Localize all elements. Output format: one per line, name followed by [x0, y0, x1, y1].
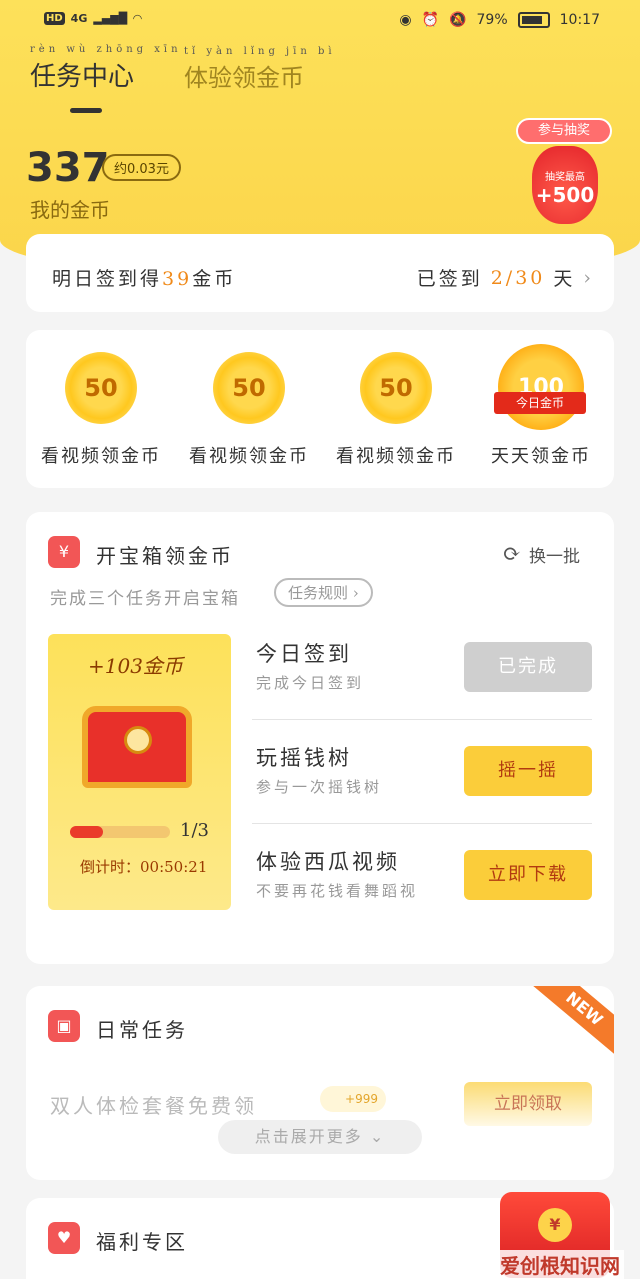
- coin-icon: 50: [213, 352, 285, 424]
- rules-label: 任务规则: [288, 584, 349, 602]
- battery-icon: [517, 12, 550, 28]
- signin-status-prefix: 已签到: [416, 268, 483, 290]
- chevron-right-icon: ›: [583, 266, 594, 289]
- watch-item-label: 看视频领金币: [336, 446, 456, 467]
- refresh-button[interactable]: ⟳ 换一批: [503, 542, 580, 567]
- tab-bar: rèn wù zhōng xīn 任务中心 tǐ yàn lǐng jīn bì…: [30, 44, 332, 93]
- task-name: 体验西瓜视频: [256, 850, 400, 874]
- watch-video-item[interactable]: 50 看视频领金币: [174, 352, 324, 468]
- tab-label: 任务中心: [30, 62, 135, 92]
- daily-coins-item[interactable]: 100 今日金币 天天领金币: [466, 344, 616, 468]
- tab-pinyin: tǐ yàn lǐng jīn bì: [184, 46, 336, 57]
- mute-icon: 🔕: [449, 12, 467, 28]
- lottery-button[interactable]: 参与抽奖: [516, 118, 612, 144]
- download-button[interactable]: 立即下载: [464, 850, 592, 900]
- signin-prefix: 明日签到得: [52, 268, 163, 290]
- signin-coins: 39: [162, 268, 193, 290]
- daily-task-name: 双人体检套餐免费领: [50, 1094, 257, 1118]
- signin-status-suffix: 天: [553, 268, 576, 290]
- lottery-widget[interactable]: 参与抽奖 抽奖最高 +500: [516, 118, 612, 226]
- task-desc: 参与一次摇钱树: [256, 778, 383, 796]
- status-bar: HD 4G ▂▄▆█ ◠ ◉ ⏰ 🔕 79% 10:17: [0, 0, 640, 44]
- signal-label: 4G: [70, 12, 88, 25]
- alarm-icon: ⏰: [421, 12, 440, 28]
- task-desc: 完成今日签到: [256, 674, 365, 692]
- coin-balance: 337: [26, 145, 110, 191]
- tab-task-center[interactable]: rèn wù zhōng xīn 任务中心: [30, 44, 178, 93]
- yuan-icon: ¥: [48, 536, 80, 568]
- collect-button[interactable]: 立即领取: [464, 1082, 592, 1126]
- task-done-button[interactable]: 已完成: [464, 642, 592, 692]
- chest-progress-bar: [70, 826, 170, 838]
- signal-icon: ▂▄▆█: [93, 12, 128, 25]
- watch-video-card: 50 看视频领金币 50 看视频领金币 50 看视频领金币 100 今日金币 天…: [26, 330, 614, 488]
- signin-days: 2/30: [490, 266, 546, 289]
- new-badge: NEW: [528, 986, 614, 1060]
- chest-progress-text: 1/3: [180, 820, 209, 841]
- chest-title: 开宝箱领金币: [96, 544, 234, 568]
- task-row: 今日签到 完成今日签到 已完成: [252, 616, 592, 720]
- countdown: 倒计时：00:50:21: [80, 858, 208, 876]
- watch-item-label: 看视频领金币: [189, 446, 309, 467]
- chest-subtitle: 完成三个任务开启宝箱: [50, 589, 240, 609]
- expand-label: 点击展开更多: [254, 1127, 363, 1146]
- red-bag-icon[interactable]: 抽奖最高 +500: [532, 146, 598, 224]
- watch-video-item[interactable]: 50 看视频领金币: [321, 352, 471, 468]
- battery-percent: 79%: [476, 12, 508, 28]
- task-name: 玩摇钱树: [256, 746, 352, 770]
- watch-video-item[interactable]: 50 看视频领金币: [26, 352, 176, 468]
- yuan-coin-icon: ¥: [538, 1208, 572, 1242]
- lottery-caption: 抽奖最高: [545, 172, 585, 183]
- task-desc: 不要再花钱看舞蹈视: [256, 882, 419, 900]
- chest-panel[interactable]: +103金币 1/3 倒计时：00:50:21: [48, 634, 231, 910]
- rules-button[interactable]: 任务规则 ›: [274, 578, 373, 607]
- tab-experience-coins[interactable]: tǐ yàn lǐng jīn bì 体验领金币: [184, 46, 332, 93]
- my-coins-label[interactable]: 我的金币: [30, 194, 110, 223]
- signin-card[interactable]: 明日签到得39金币 已签到 2/30 天 ›: [26, 234, 614, 312]
- refresh-icon: ⟳: [502, 542, 521, 567]
- treasure-chest-icon: [82, 706, 192, 788]
- daily-title: 日常任务: [96, 1018, 188, 1042]
- daily-tasks-card: NEW ▣ 日常任务 双人体检套餐免费领 +999 立即领取 点击展开更多 ⌄: [26, 986, 614, 1180]
- coin-icon: 50: [65, 352, 137, 424]
- watch-item-label: 天天领金币: [491, 446, 591, 467]
- daily-task-reward: +999: [320, 1086, 386, 1112]
- watermark: 爱创根知识网: [496, 1250, 624, 1279]
- refresh-label: 换一批: [529, 547, 580, 567]
- tab-pinyin: rèn wù zhōng xīn: [30, 44, 182, 55]
- signin-suffix: 金币: [192, 268, 237, 290]
- task-name: 今日签到: [256, 642, 352, 666]
- coin-icon: 50: [360, 352, 432, 424]
- welfare-title: 福利专区: [96, 1230, 188, 1254]
- heart-icon: ♥: [48, 1222, 80, 1254]
- shake-button[interactable]: 摇一摇: [464, 746, 592, 796]
- coin-approx-value: 约0.03元: [102, 154, 181, 181]
- clock: 10:17: [559, 12, 600, 28]
- treasure-chest-card: ¥ 开宝箱领金币 ⟳ 换一批 完成三个任务开启宝箱 任务规则 › +103金币 …: [26, 512, 614, 964]
- signin-reward-text: 明日签到得39金币: [52, 264, 236, 291]
- network-badge: HD: [44, 12, 65, 25]
- signin-status[interactable]: 已签到 2/30 天 ›: [417, 264, 594, 291]
- lock-icon: [124, 726, 152, 754]
- task-row: 玩摇钱树 参与一次摇钱树 摇一摇: [252, 720, 592, 824]
- task-row: 体验西瓜视频 不要再花钱看舞蹈视 立即下载: [252, 824, 592, 928]
- calendar-icon: ▣: [48, 1010, 80, 1042]
- tab-label: 体验领金币: [184, 64, 305, 92]
- expand-more-button[interactable]: 点击展开更多 ⌄: [218, 1120, 422, 1154]
- eye-icon: ◉: [399, 12, 412, 28]
- wifi-icon: ◠: [133, 12, 142, 25]
- daily-coins-ribbon: 今日金币: [494, 392, 586, 414]
- chest-reward: +103金币: [88, 654, 183, 678]
- active-tab-indicator: [70, 108, 102, 113]
- lottery-amount: +500: [535, 183, 595, 207]
- coin-icon: 100: [498, 344, 584, 430]
- watch-item-label: 看视频领金币: [41, 446, 161, 467]
- chest-progress-fill: [70, 826, 103, 838]
